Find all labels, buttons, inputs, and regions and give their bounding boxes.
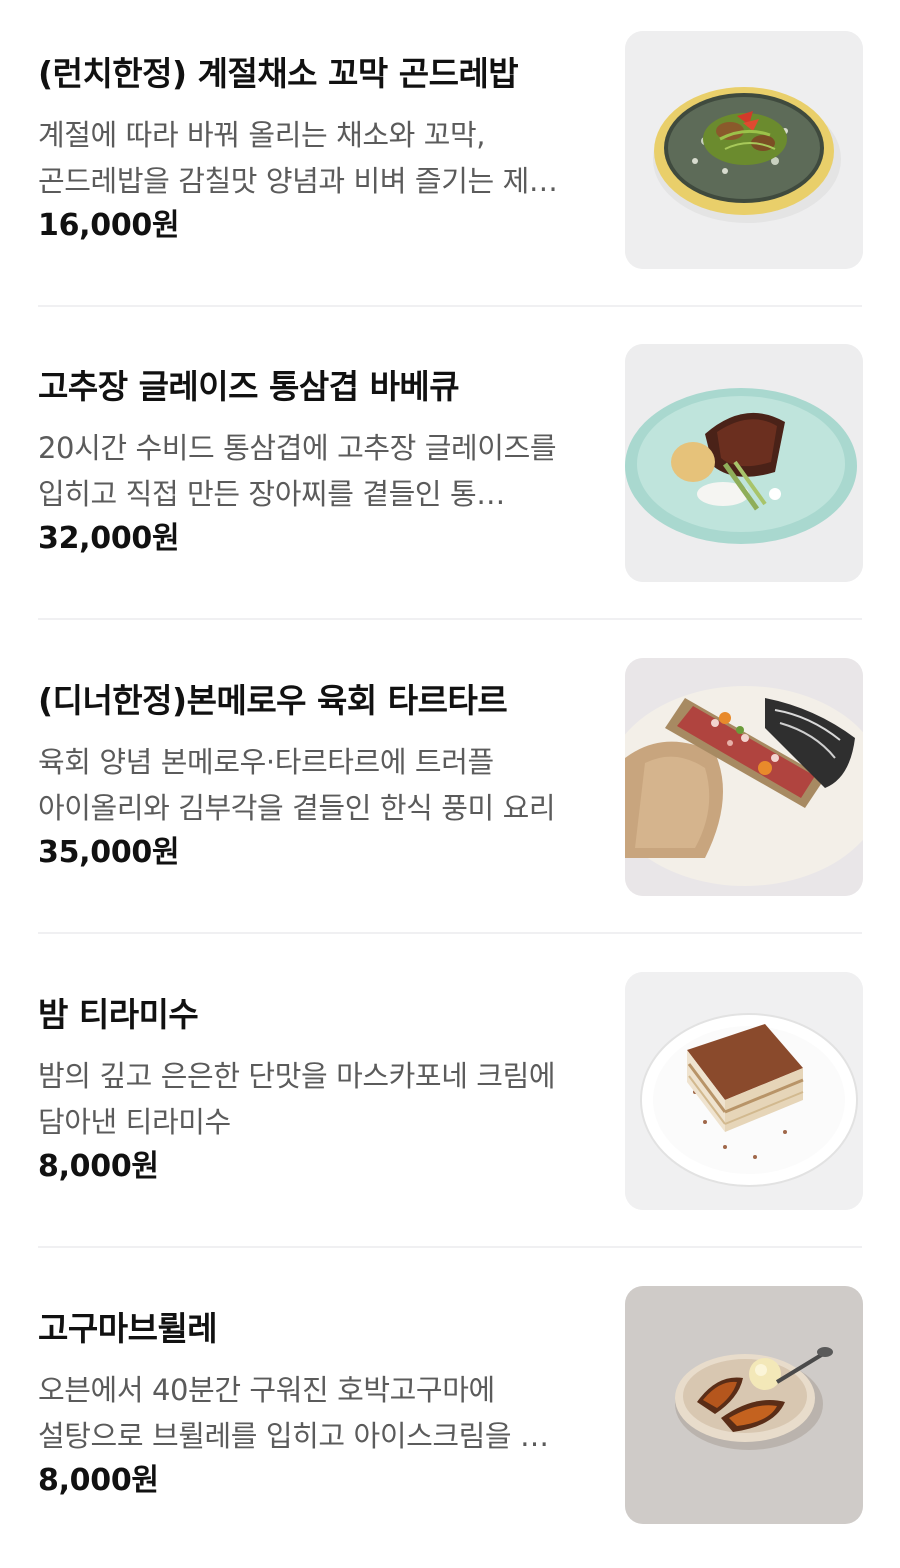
menu-item[interactable]: 밤 티라미수 밤의 깊고 은은한 단맛을 마스카포네 크림에 담아낸 티라미수 … [0, 941, 900, 1254]
menu-item-name: 고추장 글레이즈 통삼겹 바베큐 [38, 367, 460, 406]
chestnut-tiramisu-photo[interactable] [625, 972, 863, 1210]
menu-item-description: 20시간 수비드 통삼겹에 고추장 글레이즈를 입히고 직접 만든 장아찌를 곁… [38, 431, 557, 511]
menu-item-description: 육회 양념 본메로우·타르타르에 트러플 아이올리와 김부각을 곁들인 한식 풍… [38, 745, 556, 825]
menu-list: (런치한정) 계절채소 꼬막 곤드레밥 계절에 따라 바꿔 올리는 채소와 꼬막… [0, 0, 900, 1555]
menu-item-name: (디너한정)본메로우 육회 타르타르 [38, 681, 508, 720]
menu-item[interactable]: 고구마브륄레 오븐에서 40분간 구워진 호박고구마에 설탕으로 브륄레를 입히… [0, 1255, 900, 1568]
divider [38, 1246, 862, 1248]
menu-item-name: 고구마브륄레 [38, 1309, 218, 1348]
menu-item-price: 16,000원 [38, 208, 180, 243]
menu-item-name: (런치한정) 계절채소 꼬막 곤드레밥 [38, 54, 519, 93]
sweet-potato-brulee-photo[interactable] [625, 1286, 863, 1524]
divider [38, 618, 862, 620]
menu-item[interactable]: 고추장 글레이즈 통삼겹 바베큐 20시간 수비드 통삼겹에 고추장 글레이즈를… [0, 313, 900, 626]
divider [38, 305, 862, 307]
menu-item[interactable]: (런치한정) 계절채소 꼬막 곤드레밥 계절에 따라 바꿔 올리는 채소와 꼬막… [0, 0, 900, 313]
bone-marrow-tartare-photo[interactable] [625, 658, 863, 896]
menu-item-description: 밤의 깊고 은은한 단맛을 마스카포네 크림에 담아낸 티라미수 [38, 1059, 556, 1139]
menu-item-price: 35,000원 [38, 835, 180, 870]
menu-item-price: 32,000원 [38, 521, 180, 556]
menu-item[interactable]: (디너한정)본메로우 육회 타르타르 육회 양념 본메로우·타르타르에 트러플 … [0, 627, 900, 940]
menu-item-price: 8,000원 [38, 1149, 159, 1184]
pork-belly-bbq-photo[interactable] [625, 344, 863, 582]
menu-item-description: 계절에 따라 바꿔 올리는 채소와 꼬막, 곤드레밥을 감칠맛 양념과 비벼 즐… [38, 118, 558, 198]
divider [38, 932, 862, 934]
menu-item-description: 오븐에서 40분간 구워진 호박고구마에 설탕으로 브륄레를 입히고 아이스크림… [38, 1373, 549, 1453]
menu-item-name: 밤 티라미수 [38, 995, 199, 1034]
menu-item-price: 8,000원 [38, 1463, 159, 1498]
gondre-rice-bowl-photo[interactable] [625, 31, 863, 269]
